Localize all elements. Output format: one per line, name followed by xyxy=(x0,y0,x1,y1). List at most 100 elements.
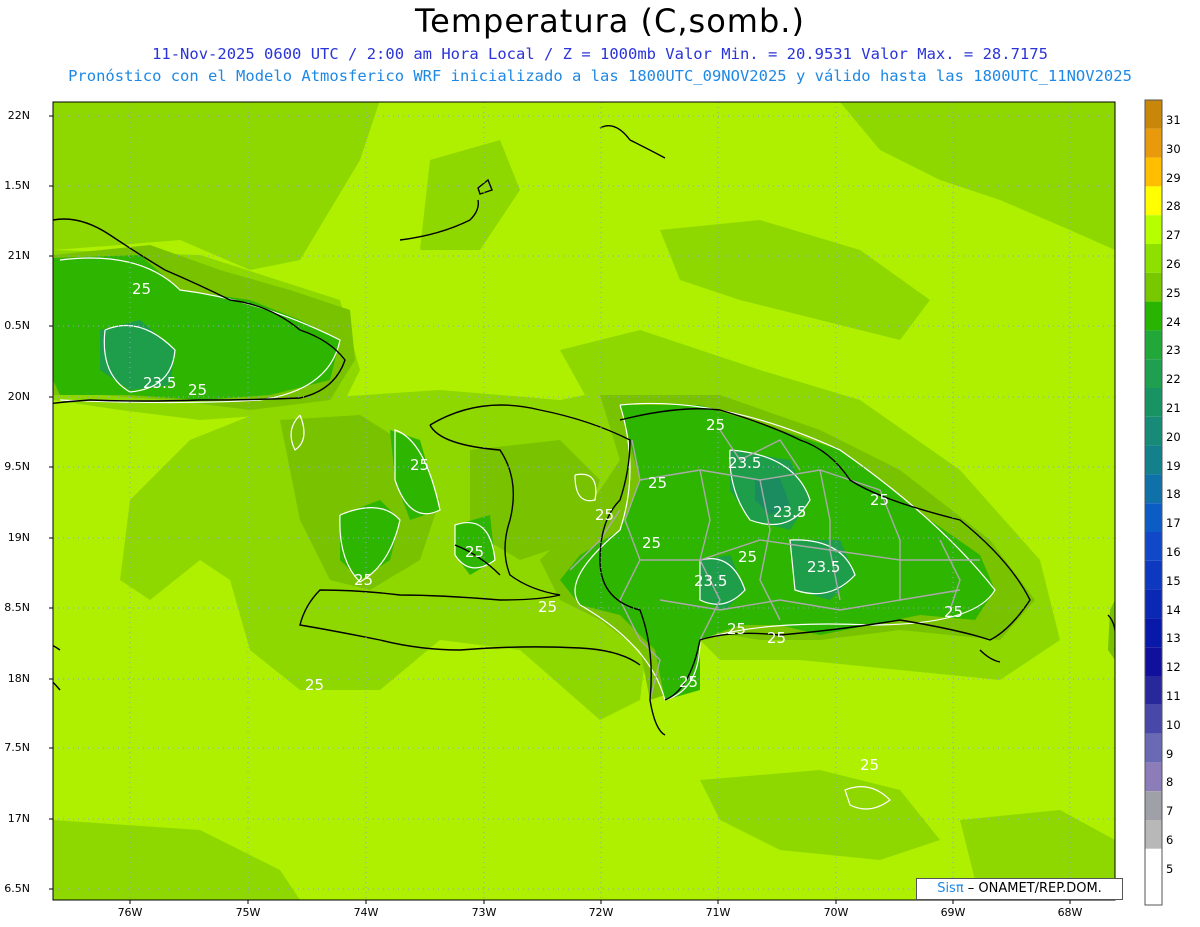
colorbar xyxy=(1145,100,1162,878)
colorbar-swatch xyxy=(1145,848,1162,878)
contour-label: 25 xyxy=(679,673,698,691)
colorbar-value-label: 28 xyxy=(1166,199,1181,214)
contour-label: 25 xyxy=(860,756,879,774)
lon-label: 68W xyxy=(1057,906,1083,919)
colorbar-value-label: 9 xyxy=(1166,746,1174,761)
contour-label: 25 xyxy=(706,416,725,434)
contour-label: 23.5 xyxy=(694,572,727,590)
colorbar-value-label: 26 xyxy=(1166,257,1181,271)
colorbar-swatch xyxy=(1145,330,1162,360)
contour-label: 25 xyxy=(727,620,746,638)
lat-label: 21N xyxy=(7,249,30,262)
colorbar-swatch xyxy=(1145,503,1162,532)
colorbar-swatch xyxy=(1145,445,1162,475)
lat-label: 18N xyxy=(7,672,30,685)
contour-label: 25 xyxy=(410,456,429,474)
colorbar-swatch xyxy=(1145,762,1162,792)
lon-label: 75W xyxy=(235,906,261,919)
lat-label: 0.5N xyxy=(4,319,30,332)
contour-label: 23.5 xyxy=(728,454,761,472)
contour-label: 25 xyxy=(648,474,667,492)
colorbar-value-label: 6 xyxy=(1166,833,1174,847)
colorbar-value-label: 10 xyxy=(1166,717,1181,732)
colorbar-swatch xyxy=(1145,820,1162,849)
contour-label: 25 xyxy=(188,381,207,399)
colorbar-value-label: 29 xyxy=(1166,170,1181,185)
lat-label: 17N xyxy=(7,812,30,825)
contour-label: 25 xyxy=(132,280,151,298)
temperature-map: 25 23.5 25 25 25 25 25 25 25 23.5 25 25 … xyxy=(49,99,1163,906)
colorbar-value-label: 12 xyxy=(1166,660,1181,675)
lat-label: 19N xyxy=(7,531,30,544)
colorbar-swatch xyxy=(1145,186,1162,216)
lon-label: 69W xyxy=(940,906,966,919)
colorbar-swatch xyxy=(1145,128,1162,158)
credit-box: Sisπ – ONAMET/REP.DOM. xyxy=(916,878,1123,900)
colorbar-value-label: 5 xyxy=(1166,861,1174,876)
colorbar-swatch xyxy=(1145,560,1162,590)
contour-label: 25 xyxy=(538,598,557,616)
sispi-logo-text: Sisπ xyxy=(937,881,964,896)
lat-label: 22N xyxy=(7,109,30,122)
lon-label: 73W xyxy=(471,906,497,919)
colorbar-value-label: 24 xyxy=(1166,314,1181,329)
colorbar-value-label: 18 xyxy=(1166,487,1181,502)
contour-label: 25 xyxy=(354,571,373,589)
colorbar-value-label: 8 xyxy=(1166,775,1174,790)
contour-label: 25 xyxy=(595,506,614,524)
colorbar-swatch xyxy=(1145,618,1162,648)
colorbar-swatch xyxy=(1145,157,1162,187)
contour-label: 25 xyxy=(642,534,661,552)
colorbar-swatch xyxy=(1145,676,1162,705)
colorbar-value-label: 27 xyxy=(1166,228,1181,243)
colorbar-value-label: 7 xyxy=(1166,804,1174,819)
colorbar-swatch xyxy=(1145,733,1162,763)
colorbar-value-label: 23 xyxy=(1166,343,1181,358)
colorbar-swatch xyxy=(1145,532,1162,561)
contour-label: 25 xyxy=(465,543,484,561)
lon-label: 72W xyxy=(588,906,614,919)
credit-text: – ONAMET/REP.DOM. xyxy=(963,881,1102,896)
lat-label: 6.5N xyxy=(4,882,30,895)
colorbar-swatch xyxy=(1145,589,1162,619)
colorbar-swatch xyxy=(1145,215,1162,244)
colorbar-swatch xyxy=(1145,647,1162,676)
colorbar-value-label: 25 xyxy=(1166,285,1181,300)
lat-label: 9.5N xyxy=(4,460,30,473)
contour-label: 25 xyxy=(944,603,963,621)
lat-label: 1.5N xyxy=(4,179,30,192)
colorbar-swatch xyxy=(1145,272,1162,302)
colorbar-value-label: 21 xyxy=(1166,401,1181,415)
contour-label: 23.5 xyxy=(143,374,176,392)
lat-label: 8.5N xyxy=(4,601,30,614)
lon-label: 70W xyxy=(823,906,849,919)
colorbar-value-label: 11 xyxy=(1166,689,1181,703)
colorbar-swatch xyxy=(1145,359,1162,388)
colorbar-value-label: 22 xyxy=(1166,372,1181,387)
colorbar-swatch xyxy=(1145,791,1162,820)
colorbar-value-label: 31 xyxy=(1166,113,1181,127)
colorbar-swatch xyxy=(1145,244,1162,273)
colorbar-swatch xyxy=(1145,388,1162,417)
colorbar-value-label: 19 xyxy=(1166,458,1181,473)
colorbar-value-label: 30 xyxy=(1166,141,1181,156)
colorbar-swatch xyxy=(1145,416,1162,446)
lon-label: 74W xyxy=(353,906,379,919)
colorbar-value-label: 17 xyxy=(1166,516,1181,531)
colorbar-value-label: 16 xyxy=(1166,545,1181,559)
lon-label: 71W xyxy=(705,906,731,919)
contour-label: 25 xyxy=(870,491,889,509)
colorbar-value-label: 13 xyxy=(1166,631,1181,646)
lon-label: 76W xyxy=(117,906,143,919)
contour-label: 23.5 xyxy=(773,503,806,521)
contour-label: 25 xyxy=(305,676,324,694)
contour-label: 25 xyxy=(767,629,786,647)
contour-label: 23.5 xyxy=(807,558,840,576)
colorbar-swatch xyxy=(1145,100,1162,129)
lat-label: 7.5N xyxy=(4,741,30,754)
colorbar-value-label: 20 xyxy=(1166,429,1181,444)
colorbar-swatch xyxy=(1145,474,1162,504)
colorbar-swatch xyxy=(1145,301,1162,331)
colorbar-value-label: 15 xyxy=(1166,573,1181,588)
colorbar-swatch xyxy=(1145,704,1162,734)
